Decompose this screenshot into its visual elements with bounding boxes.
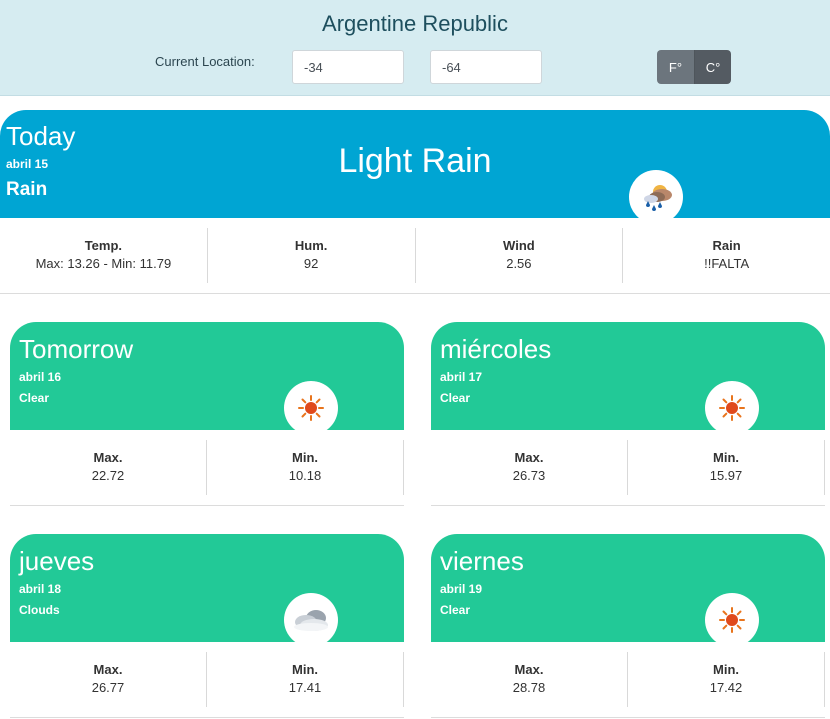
forecast-icon-circle	[705, 593, 759, 647]
min-stat: Min. 17.42	[628, 652, 825, 707]
max-label: Max.	[514, 450, 544, 465]
sun-icon	[719, 395, 745, 421]
wind-stat: Wind 2.56	[416, 228, 624, 283]
latitude-input[interactable]	[292, 50, 404, 84]
forecast-stats-row: Max. 26.77 Min. 17.41	[10, 642, 404, 718]
celsius-button[interactable]: C°	[694, 50, 731, 84]
humidity-label: Hum.	[294, 238, 328, 253]
min-value: 15.97	[709, 468, 743, 483]
wind-value: 2.56	[506, 256, 532, 271]
forecast-date: abril 19	[440, 582, 483, 596]
min-label: Min.	[713, 450, 739, 465]
wind-label: Wind	[503, 238, 535, 253]
forecast-day-label: viernes	[440, 546, 524, 576]
current-location-label: Current Location:	[155, 54, 255, 69]
rain-cloud-icon	[644, 185, 672, 211]
max-label: Max.	[93, 450, 123, 465]
forecast-stats-row: Max. 22.72 Min. 10.18	[10, 430, 404, 506]
cloud-icon	[294, 610, 328, 631]
forecast-condition: Clear	[19, 391, 50, 405]
forecast-condition: Clouds	[19, 603, 60, 617]
forecast-date: abril 16	[19, 370, 62, 384]
longitude-input[interactable]	[430, 50, 542, 84]
max-value: 26.73	[512, 468, 546, 483]
forecast-card: miércoles abril 17 Clear Max. 26.73 Min.…	[431, 322, 825, 506]
forecast-card-header: miércoles abril 17 Clear	[431, 322, 825, 435]
rain-value: !!FALTA	[704, 256, 750, 271]
forecast-stats-row: Max. 28.78 Min. 17.42	[431, 642, 825, 718]
today-banner: Today abril 15 Rain Light Rain	[0, 110, 830, 224]
sun-icon	[298, 395, 324, 421]
humidity-stat: Hum. 92	[208, 228, 416, 283]
max-stat: Max. 28.78	[431, 652, 628, 707]
min-value: 17.41	[288, 680, 322, 695]
max-stat: Max. 26.73	[431, 440, 628, 495]
forecast-day-label: Tomorrow	[19, 334, 134, 364]
min-stat: Min. 17.41	[207, 652, 404, 707]
sun-icon	[719, 607, 745, 633]
max-value: 28.78	[512, 680, 546, 695]
max-value: 22.72	[91, 468, 125, 483]
humidity-value: 92	[303, 256, 319, 271]
forecast-card: jueves abril 18 Clouds Max. 26.77 Min. 1…	[10, 534, 404, 718]
min-label: Min.	[292, 450, 318, 465]
forecast-card: viernes abril 19 Clear Max. 28.78 Min. 1…	[431, 534, 825, 718]
min-stat: Min. 10.18	[207, 440, 404, 495]
today-condition: Rain	[6, 179, 48, 200]
fahrenheit-button[interactable]: F°	[657, 50, 694, 84]
min-label: Min.	[713, 662, 739, 677]
max-stat: Max. 22.72	[10, 440, 207, 495]
max-label: Max.	[514, 662, 544, 677]
max-stat: Max. 26.77	[10, 652, 207, 707]
unit-toggle-group: F° C°	[657, 50, 731, 84]
temp-stat: Temp. Max: 13.26 - Min: 11.79	[0, 228, 208, 283]
country-title: Argentine Republic	[322, 11, 508, 36]
forecast-icon-circle	[284, 593, 338, 647]
forecast-day-label: jueves	[19, 546, 95, 576]
forecast-card-header: Tomorrow abril 16 Clear	[10, 322, 404, 435]
max-value: 26.77	[91, 680, 125, 695]
min-label: Min.	[292, 662, 318, 677]
forecast-condition: Clear	[440, 603, 471, 617]
forecast-date: abril 17	[440, 370, 483, 384]
forecast-date: abril 18	[19, 582, 62, 596]
forecast-card-header: viernes abril 19 Clear	[431, 534, 825, 647]
today-stats-row: Temp. Max: 13.26 - Min: 11.79 Hum. 92 Wi…	[0, 218, 830, 294]
today-weather-icon-circle	[629, 170, 683, 224]
min-value: 10.18	[288, 468, 322, 483]
forecast-day-label: miércoles	[440, 334, 552, 364]
forecast-card-header: jueves abril 18 Clouds	[10, 534, 404, 647]
rain-label: Rain	[712, 238, 741, 253]
forecast-icon-circle	[284, 381, 338, 435]
min-value: 17.42	[709, 680, 743, 695]
today-description: Light Rain	[338, 142, 492, 180]
temp-label: Temp.	[84, 238, 123, 253]
min-stat: Min. 15.97	[628, 440, 825, 495]
forecast-icon-circle	[705, 381, 759, 435]
max-label: Max.	[93, 662, 123, 677]
forecast-stats-row: Max. 26.73 Min. 15.97	[431, 430, 825, 506]
forecast-card: Tomorrow abril 16 Clear Max. 22.72 Min. …	[10, 322, 404, 506]
header-bar: Argentine Republic Current Location: F° …	[0, 0, 830, 96]
forecast-condition: Clear	[440, 391, 471, 405]
rain-stat: Rain !!FALTA	[623, 228, 830, 283]
temp-value: Max: 13.26 - Min: 11.79	[35, 256, 172, 271]
